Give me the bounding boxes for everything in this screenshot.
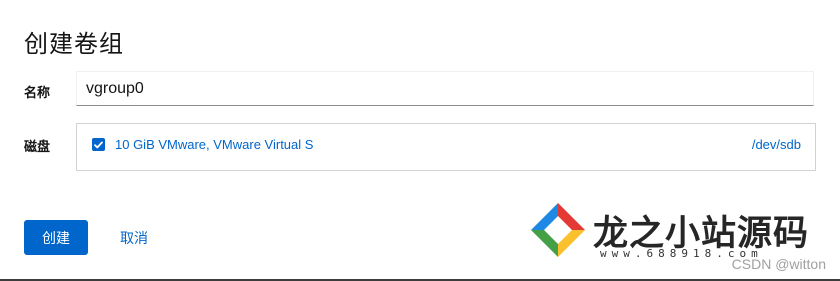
cancel-button[interactable]: 取消 [112, 220, 156, 255]
watermark-logo [531, 203, 585, 257]
name-input[interactable] [76, 71, 814, 106]
disk-path: /dev/sdb [751, 137, 801, 152]
watermark-csdn: CSDN @witton [731, 256, 826, 272]
disks-label: 磁盘 [24, 139, 51, 154]
disk-checkbox[interactable] [92, 138, 105, 151]
dialog-title: 创建卷组 [24, 31, 124, 58]
disk-list: 10 GiB VMware, VMware Virtual S /dev/sdb [76, 123, 816, 171]
disk-description[interactable]: 10 GiB VMware, VMware Virtual S [115, 137, 313, 152]
checkmark-icon [94, 141, 103, 148]
create-button[interactable]: 创建 [24, 220, 88, 255]
name-label: 名称 [24, 85, 51, 100]
